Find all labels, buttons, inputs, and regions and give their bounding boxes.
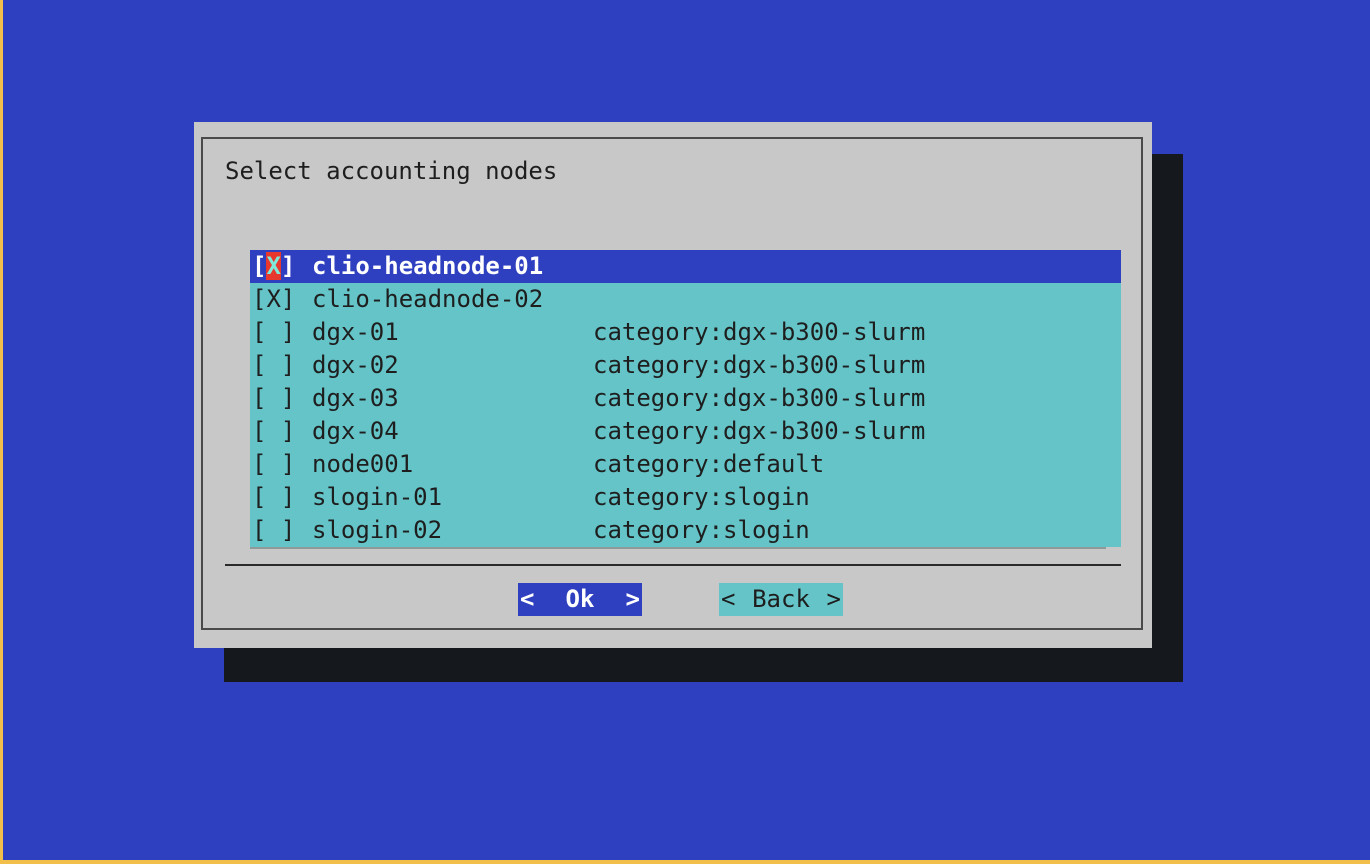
node-checkbox[interactable]: [X] — [252, 250, 295, 283]
node-name: clio-headnode-02 — [312, 285, 544, 313]
back-button[interactable]: < Back > — [719, 583, 843, 616]
terminal-screen: Select accounting nodes [X] clio-headnod… — [3, 0, 1370, 860]
checkbox-mark: X — [266, 252, 281, 280]
node-checkbox[interactable]: [ ] — [252, 415, 295, 448]
node-category: category:dgx-b300-slurm — [593, 318, 926, 346]
node-checkbox[interactable]: [ ] — [252, 349, 295, 382]
back-button-label: Back — [752, 585, 810, 613]
node-checkbox[interactable]: [ ] — [252, 481, 295, 514]
checkbox-mark — [266, 516, 280, 544]
checkbox-mark — [266, 483, 280, 511]
dialog-title: Select accounting nodes — [225, 157, 558, 185]
node-name: dgx-02 — [312, 351, 399, 379]
node-name: dgx-01 — [312, 318, 399, 346]
node-row-dgx-04[interactable]: [ ] dgx-04 category:dgx-b300-slurm — [250, 415, 1121, 448]
node-row-dgx-03[interactable]: [ ] dgx-03 category:dgx-b300-slurm — [250, 382, 1121, 415]
node-row-dgx-01[interactable]: [ ] dgx-01 category:dgx-b300-slurm — [250, 316, 1121, 349]
node-row-slogin-01[interactable]: [ ] slogin-01 category:slogin — [250, 481, 1121, 514]
ok-button-label: Ok — [565, 585, 595, 613]
node-checkbox[interactable]: [ ] — [252, 382, 295, 415]
select-accounting-nodes-dialog: Select accounting nodes [X] clio-headnod… — [194, 122, 1152, 648]
checkbox-mark — [266, 384, 280, 412]
node-row-slogin-02[interactable]: [ ] slogin-02 category:slogin — [250, 514, 1121, 547]
node-category: category:dgx-b300-slurm — [593, 384, 926, 412]
checkbox-mark — [266, 351, 280, 379]
node-row-node001[interactable]: [ ] node001 category:default — [250, 448, 1121, 481]
ok-button-right-bracket: > — [625, 585, 640, 613]
button-separator — [225, 564, 1121, 566]
node-checkbox[interactable]: [ ] — [252, 316, 295, 349]
node-category: category:dgx-b300-slurm — [593, 417, 926, 445]
node-checkbox[interactable]: [ ] — [252, 514, 295, 547]
node-category: category:slogin — [593, 483, 810, 511]
checkbox-mark — [266, 318, 280, 346]
node-category: category:dgx-b300-slurm — [593, 351, 926, 379]
back-button-right-bracket: > — [826, 585, 841, 613]
node-name: node001 — [312, 450, 414, 478]
node-row-dgx-02[interactable]: [ ] dgx-02 category:dgx-b300-slurm — [250, 349, 1121, 382]
checkbox-mark: X — [266, 285, 281, 313]
node-row-clio-headnode-01[interactable]: [X] clio-headnode-01 — [250, 250, 1121, 283]
node-checkbox[interactable]: [ ] — [252, 448, 295, 481]
node-name: dgx-04 — [312, 417, 399, 445]
node-row-clio-headnode-02[interactable]: [X] clio-headnode-02 — [250, 283, 1121, 316]
checkbox-mark — [266, 417, 280, 445]
node-name: slogin-02 — [312, 516, 443, 544]
node-category: category:default — [593, 450, 825, 478]
node-name: dgx-03 — [312, 384, 399, 412]
node-name: clio-headnode-01 — [312, 252, 544, 280]
list-bottom-edge — [250, 547, 1106, 549]
node-name: slogin-01 — [312, 483, 443, 511]
node-category: category:slogin — [593, 516, 810, 544]
ok-button[interactable]: < Ok > — [518, 583, 642, 616]
checkbox-mark — [266, 450, 280, 478]
node-checkbox[interactable]: [X] — [252, 283, 295, 316]
node-checklist[interactable]: [X] clio-headnode-01 [X] clio-headnode-0… — [250, 250, 1121, 547]
